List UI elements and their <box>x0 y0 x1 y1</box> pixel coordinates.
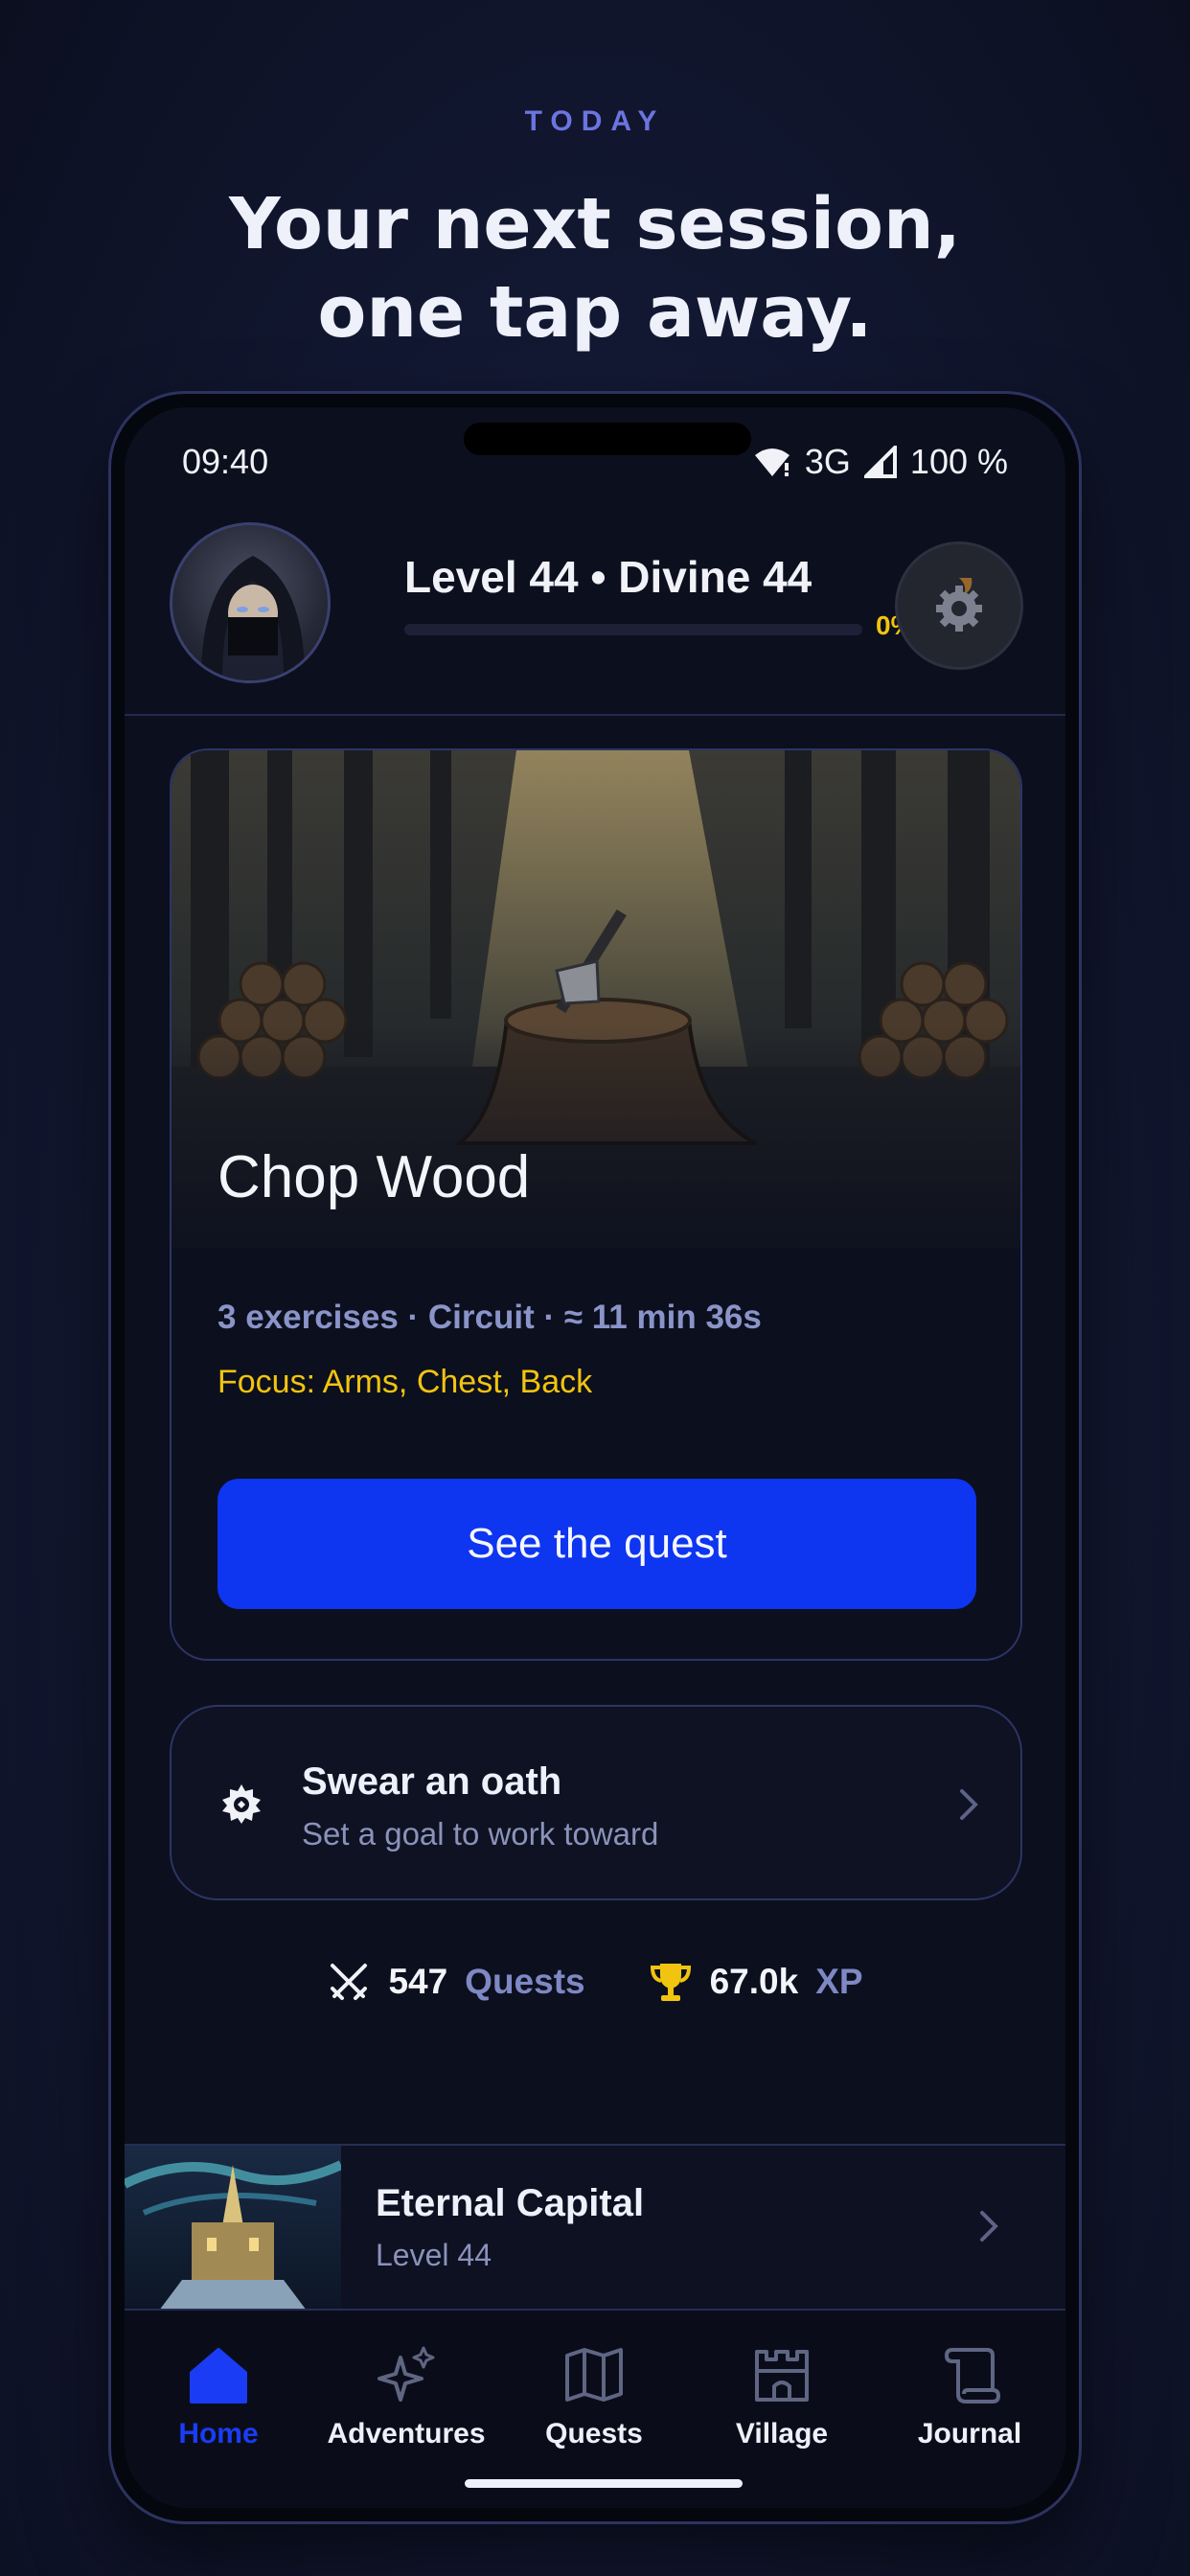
see-quest-button[interactable]: See the quest <box>217 1479 976 1609</box>
settings-button[interactable] <box>895 541 1023 670</box>
bottom-tab-bar: Home Adventures Quests Village Journal <box>125 2309 1065 2508</box>
sparkles-icon <box>378 2346 435 2402</box>
quests-count: 547 <box>388 1962 448 2001</box>
kingdom-row[interactable]: Eternal Capital Level 44 <box>125 2144 1065 2311</box>
xp-stat: 67.0k XP <box>649 1960 863 2004</box>
hooded-figure-avatar <box>201 556 305 680</box>
oath-title: Swear an oath <box>302 1760 562 1803</box>
tab-label-adventures: Adventures <box>327 2418 486 2450</box>
profile-header: Level 44 • Divine 44 0% <box>125 503 1065 716</box>
promo-eyebrow: TODAY <box>524 105 666 137</box>
quests-stat: 547 Quests <box>327 1960 585 2004</box>
home-icon <box>190 2348 247 2404</box>
eternal-capital-thumbnail <box>125 2146 341 2311</box>
crossed-swords-icon <box>331 1964 368 2000</box>
stats-row: 547 Quests 67.0k XP <box>125 1960 1065 2004</box>
scroll-icon <box>944 2348 1000 2404</box>
cell-signal-icon <box>863 446 897 478</box>
phone-frame: 09:40 3G 100 % Level 44 • Divine 44 0% C… <box>108 391 1082 2524</box>
xp-total: 67.0k <box>709 1962 799 2001</box>
quest-focus: Focus: Arms, Chest, Back <box>217 1364 593 1400</box>
kingdom-level: Level 44 <box>376 2238 492 2272</box>
tab-village[interactable]: Village <box>688 2339 876 2450</box>
level-title: Level 44 • Divine 44 <box>404 552 812 602</box>
network-type: 3G <box>804 442 851 481</box>
camera-notch <box>464 423 751 455</box>
headline-line-1: Your next session, <box>229 183 961 265</box>
wifi-icon <box>753 446 791 478</box>
quest-card[interactable]: Chop Wood 3 exercises · Circuit · ≈ 11 m… <box>170 748 1022 1661</box>
tab-adventures[interactable]: Adventures <box>312 2339 500 2450</box>
tab-label-village: Village <box>735 2418 829 2450</box>
quest-title: Chop Wood <box>217 1144 531 1210</box>
oath-subtitle: Set a goal to work toward <box>302 1816 659 1852</box>
chevron-right-icon <box>960 1789 978 1820</box>
tab-label-quests: Quests <box>545 2418 643 2450</box>
xp-label: XP <box>815 1962 863 2001</box>
promo-headline: Your next session, one tap away. <box>0 180 1190 356</box>
oath-seal-icon <box>222 1784 261 1824</box>
home-indicator <box>465 2479 743 2488</box>
chevron-right-icon <box>980 2211 998 2242</box>
status-time: 09:40 <box>182 442 269 481</box>
swear-oath-card[interactable]: Swear an oath Set a goal to work toward <box>170 1705 1022 1900</box>
app-screen: 09:40 3G 100 % Level 44 • Divine 44 0% C… <box>125 407 1065 2508</box>
xp-progress-bar <box>404 624 862 635</box>
trophy-icon <box>650 1964 691 2001</box>
castle-icon <box>755 2350 809 2402</box>
quests-label: Quests <box>465 1962 585 2001</box>
status-indicators: 3G 100 % <box>753 442 1008 482</box>
tab-quests[interactable]: Quests <box>500 2339 688 2450</box>
kingdom-name: Eternal Capital <box>376 2182 645 2224</box>
gear-icon <box>936 578 982 632</box>
tab-home[interactable]: Home <box>125 2339 312 2450</box>
map-icon <box>565 2348 623 2402</box>
headline-line-2: one tap away. <box>317 271 873 354</box>
tab-label-journal: Journal <box>917 2418 1022 2450</box>
battery-level: 100 % <box>909 442 1008 481</box>
tab-journal[interactable]: Journal <box>876 2339 1064 2450</box>
tab-label-home: Home <box>178 2418 259 2450</box>
avatar[interactable] <box>170 522 331 683</box>
quest-meta: 3 exercises · Circuit · ≈ 11 min 36s <box>217 1299 762 1336</box>
